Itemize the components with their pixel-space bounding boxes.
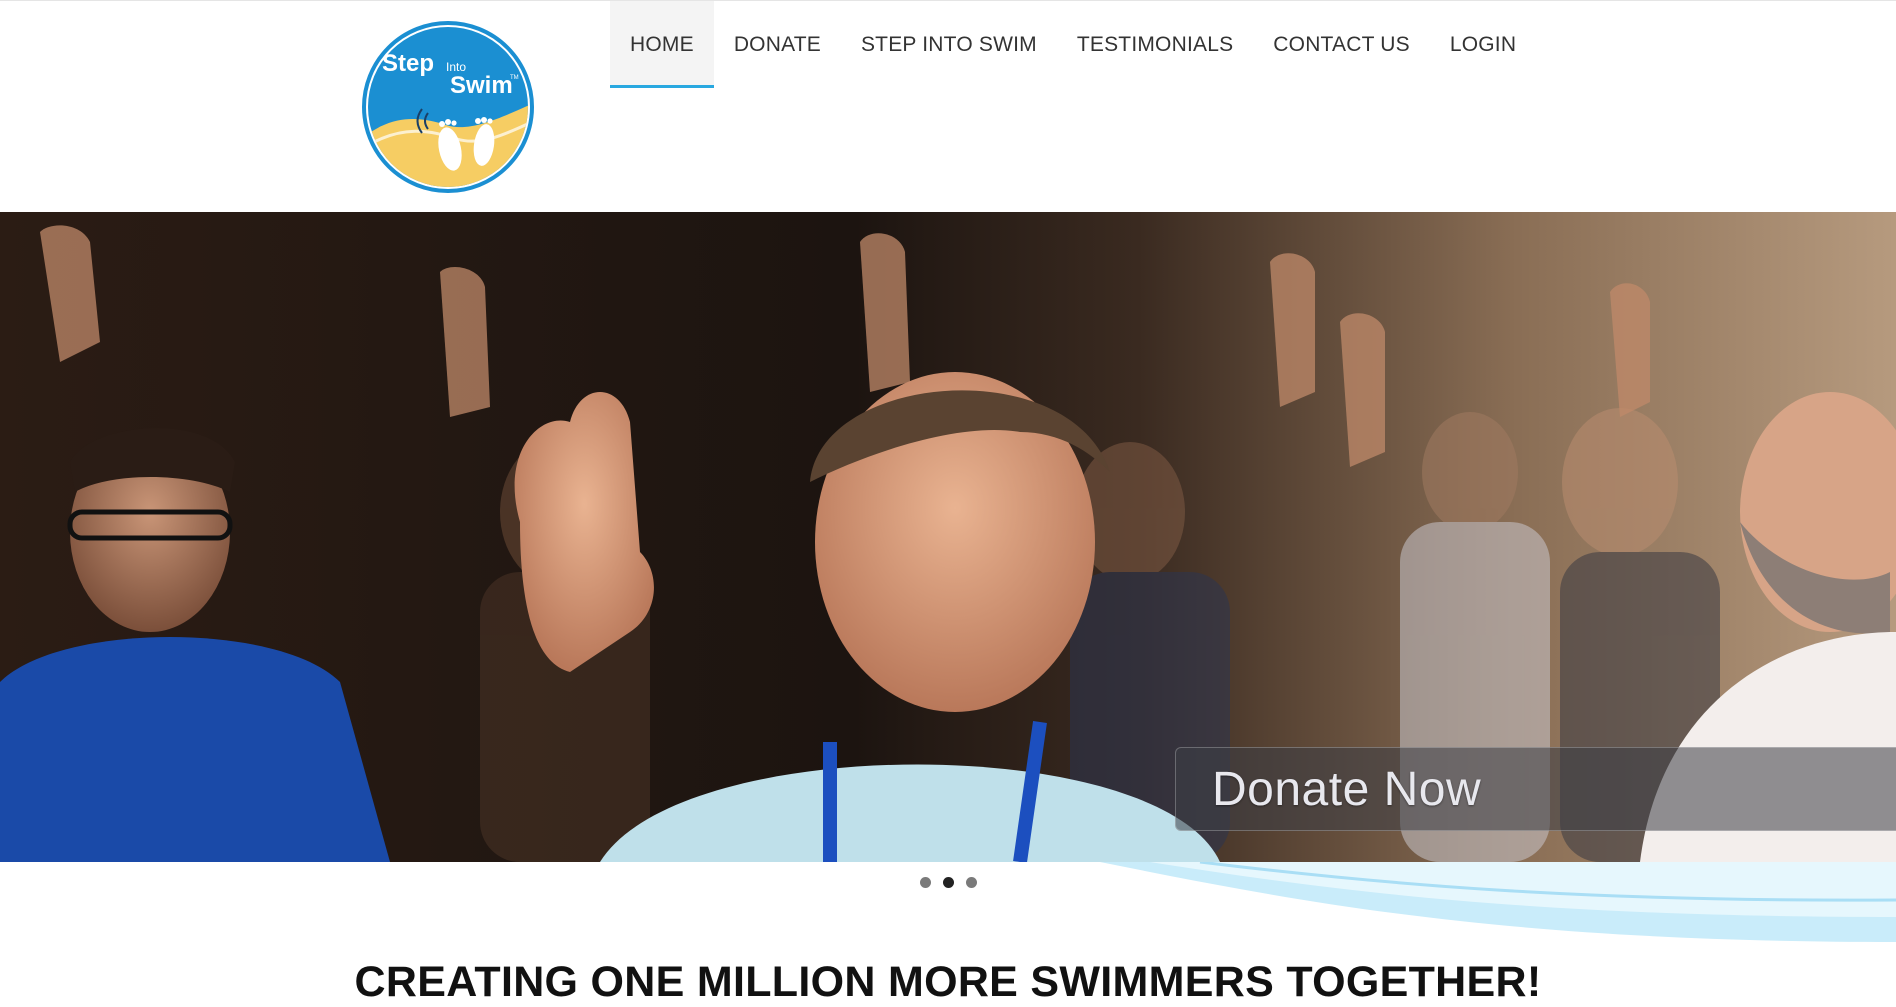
step-into-swim-logo[interactable]: Step Into Swim TM: [362, 21, 534, 193]
donate-now-label: Donate Now: [1212, 762, 1482, 816]
slide-dot-1[interactable]: [920, 877, 931, 888]
logo-word-swim: Swim: [450, 72, 513, 99]
nav-step-into-swim[interactable]: STEP INTO SWIM: [841, 1, 1057, 88]
slide-dot-3[interactable]: [966, 877, 977, 888]
site-header: Step Into Swim TM HOME DONATE STEP INTO …: [0, 0, 1896, 212]
slide-dot-2[interactable]: [943, 877, 954, 888]
nav-donate[interactable]: DONATE: [714, 1, 841, 88]
nav-contact-us[interactable]: CONTACT US: [1253, 1, 1430, 88]
page-headline: CREATING ONE MILLION MORE SWIMMERS TOGET…: [354, 958, 1542, 1006]
logo-trademark: TM: [510, 75, 519, 81]
nav-testimonials[interactable]: TESTIMONIALS: [1057, 1, 1253, 88]
main-navigation: HOME DONATE STEP INTO SWIM TESTIMONIALS …: [610, 1, 1536, 88]
logo-graphic: Step Into Swim TM: [362, 21, 534, 193]
hero-slider: Donate Now: [0, 212, 1896, 862]
nav-home[interactable]: HOME: [610, 1, 714, 88]
logo-word-step: Step: [382, 50, 434, 77]
nav-login[interactable]: LOGIN: [1430, 1, 1536, 88]
donate-now-button[interactable]: Donate Now: [1175, 747, 1896, 831]
slider-pagination: [920, 877, 977, 888]
wave-decoration: [1100, 862, 1896, 942]
